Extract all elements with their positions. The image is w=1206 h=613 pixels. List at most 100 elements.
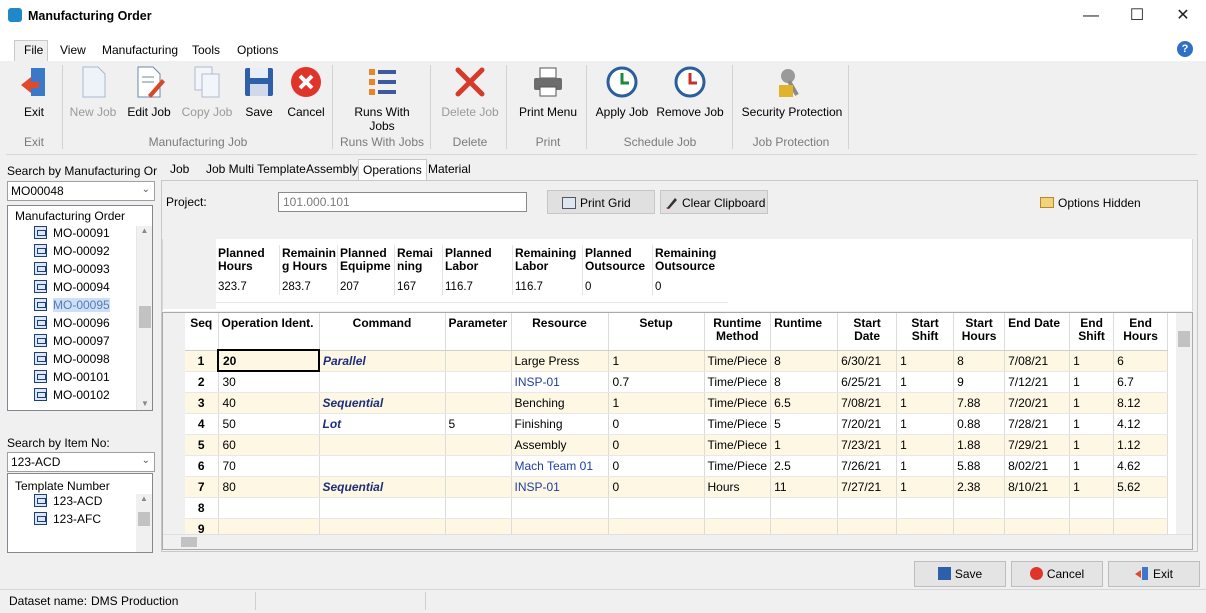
cancel-button[interactable]: Cancel (1011, 561, 1103, 587)
table-cell[interactable]: Sequential (319, 476, 446, 498)
table-cell[interactable] (445, 350, 512, 372)
table-row[interactable]: 8 (185, 497, 1169, 519)
column-header[interactable]: Resource (511, 313, 609, 351)
table-cell[interactable] (218, 497, 320, 519)
tree-item-mo[interactable]: MO-00098 (34, 352, 152, 370)
table-cell[interactable]: 0.88 (953, 413, 1006, 435)
tab-operations[interactable]: Operations (358, 159, 427, 180)
search-item-combo[interactable]: 123-ACD ⌄ (7, 452, 155, 472)
table-cell[interactable] (704, 497, 772, 519)
table-cell[interactable]: Assembly (511, 434, 609, 456)
table-cell[interactable]: 5.88 (953, 455, 1006, 477)
table-cell[interactable]: 1 (896, 455, 955, 477)
table-cell[interactable]: 7/20/21 (837, 413, 898, 435)
table-cell[interactable]: 6 (1113, 350, 1169, 372)
table-cell[interactable]: 1 (896, 434, 955, 456)
table-cell[interactable]: 8.12 (1113, 392, 1169, 414)
table-cell[interactable]: 6/30/21 (837, 350, 898, 372)
table-cell[interactable]: 7/28/21 (1004, 413, 1071, 435)
table-cell[interactable] (953, 497, 1006, 519)
table-cell[interactable] (445, 392, 512, 414)
table-cell[interactable]: 8 (770, 371, 839, 393)
tree-item-mo[interactable]: MO-00093 (34, 262, 152, 280)
runs-with-jobs-button[interactable]: Runs With Jobs (340, 65, 424, 133)
template-tree[interactable]: Template Number 123-ACD 123-AFC ▲ (7, 473, 153, 553)
table-row[interactable]: 6 70 Mach Team 01 0 Time/Piece 2.5 7/26/21 1 5.8… (185, 455, 1169, 477)
table-cell[interactable]: 6.5 (770, 392, 839, 414)
scroll-up-icon[interactable]: ▲ (136, 494, 152, 503)
table-row[interactable]: 1 20 Parallel Large Press 1 Time/Piece 8 6/30/2… (185, 349, 1169, 372)
tree-item-mo[interactable]: MO-00097 (34, 334, 152, 352)
table-cell[interactable] (319, 455, 446, 477)
column-header[interactable]: Seq (185, 313, 219, 351)
table-cell[interactable]: 5 (770, 413, 839, 435)
clear-clipboard-button[interactable]: Clear Clipboard (660, 190, 768, 214)
table-row[interactable]: 4 50 Lot 5 Finishing 0 Time/Piece 5 7/20/21 1 0.88… (185, 413, 1169, 435)
tab-assembly[interactable]: Assembly (306, 162, 358, 176)
delete-job-button[interactable]: Delete Job (440, 65, 500, 119)
table-cell[interactable] (896, 497, 955, 519)
tree-item-template[interactable]: 123-AFC (34, 512, 152, 530)
table-cell[interactable]: 7/12/21 (1004, 371, 1071, 393)
table-cell[interactable]: Lot (319, 413, 446, 435)
print-menu-button[interactable]: Print Menu (516, 65, 580, 119)
table-cell[interactable]: 1 (1069, 371, 1115, 393)
tab-job-multi-template[interactable]: Job Multi Template (206, 162, 306, 176)
table-cell[interactable]: 7/20/21 (1004, 392, 1071, 414)
table-cell[interactable]: 1 (896, 413, 955, 435)
tree-item-mo[interactable]: MO-00101 (34, 370, 152, 388)
table-cell[interactable]: Mach Team 01 (511, 455, 609, 477)
menu-file[interactable]: File (24, 43, 43, 57)
table-cell[interactable]: 1 (1069, 476, 1115, 498)
table-cell[interactable]: 7/08/21 (837, 392, 898, 414)
table-cell[interactable]: 8 (770, 350, 839, 372)
table-cell[interactable]: Hours (704, 476, 772, 498)
tree-item-mo[interactable]: MO-00095 (34, 298, 152, 316)
column-header[interactable]: Command (319, 313, 446, 351)
table-cell[interactable]: 1 (896, 392, 955, 414)
table-cell[interactable]: 1.12 (1113, 434, 1169, 456)
table-cell[interactable]: 1.88 (953, 434, 1006, 456)
column-header[interactable]: Start Hours (953, 313, 1006, 351)
mo-tree[interactable]: Manufacturing Order MO-00091 MO-00092 MO-0… (7, 205, 153, 411)
table-cell[interactable]: Time/Piece (704, 350, 772, 372)
table-cell[interactable]: 0.7 (608, 371, 705, 393)
chevron-down-icon[interactable]: ⌄ (142, 455, 150, 466)
table-cell[interactable]: 5 (445, 413, 512, 435)
table-cell[interactable]: 7/23/21 (837, 434, 898, 456)
table-cell[interactable] (445, 371, 512, 393)
table-cell[interactable]: 1 (1069, 413, 1115, 435)
column-header[interactable]: Setup (608, 313, 705, 351)
table-cell[interactable]: 80 (218, 476, 320, 498)
table-cell[interactable]: 0 (608, 434, 705, 456)
table-cell[interactable]: Time/Piece (704, 455, 772, 477)
table-cell[interactable] (445, 476, 512, 498)
table-cell[interactable]: 6/25/21 (837, 371, 898, 393)
column-header[interactable]: End Hours (1113, 313, 1169, 351)
table-cell[interactable] (837, 497, 898, 519)
table-cell[interactable]: 1 (896, 476, 955, 498)
table-cell[interactable]: 5.62 (1113, 476, 1169, 498)
table-cell[interactable] (770, 497, 839, 519)
table-cell[interactable]: 1 (608, 350, 705, 372)
mo-tree-scrollbar[interactable]: ▲ ▼ (136, 226, 152, 410)
tree-item-mo[interactable]: MO-00091 (34, 226, 152, 244)
table-cell[interactable] (511, 497, 609, 519)
table-cell[interactable]: 0 (608, 476, 705, 498)
table-cell[interactable]: Large Press (511, 350, 609, 372)
table-cell[interactable]: 1 (608, 392, 705, 414)
tree-item-template[interactable]: 123-ACD (34, 494, 152, 512)
column-header[interactable]: Runtime Method (704, 313, 772, 351)
table-cell[interactable]: 1 (1069, 392, 1115, 414)
table-cell[interactable]: 50 (218, 413, 320, 435)
table-cell[interactable]: 7/29/21 (1004, 434, 1071, 456)
template-scroll-thumb[interactable] (138, 512, 150, 526)
options-hidden-button[interactable]: Options Hidden (1040, 196, 1141, 210)
grid-vscroll-thumb[interactable] (1178, 331, 1190, 347)
security-protection-button[interactable]: Security Protection (740, 65, 844, 119)
scroll-down-icon[interactable]: ▼ (137, 399, 152, 408)
table-cell[interactable] (1004, 497, 1071, 519)
menu-manufacturing[interactable]: Manufacturing (102, 43, 178, 57)
template-tree-scrollbar[interactable]: ▲ (136, 494, 152, 552)
table-row[interactable]: 2 30 INSP-01 0.7 Time/Piece 8 6/25/21 1 9 7/12/21… (185, 371, 1169, 393)
